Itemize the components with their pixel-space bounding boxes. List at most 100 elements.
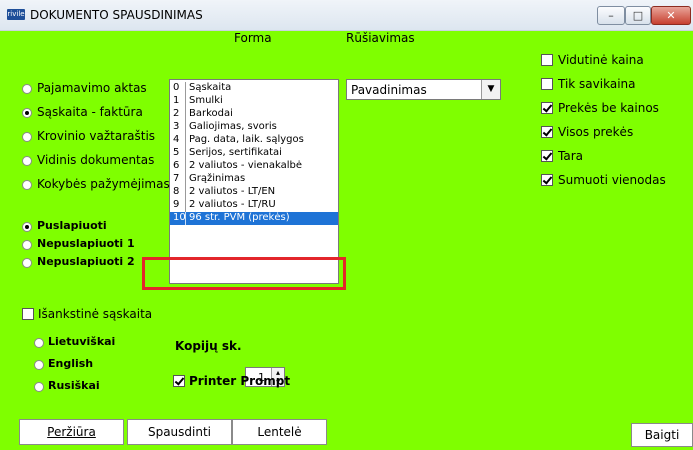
minimize-icon: – (608, 9, 614, 22)
forma-item-label: 2 valiutos - LT/EN (189, 186, 276, 197)
option-checkbox[interactable] (541, 54, 553, 66)
document-type-radio[interactable] (22, 108, 32, 118)
forma-item-separator (185, 199, 186, 212)
forma-item-number: 9 (173, 199, 180, 210)
forma-item-number: 8 (173, 186, 180, 197)
forma-item-number: 10 (173, 212, 186, 223)
pagination-radio[interactable] (22, 258, 32, 268)
dialog-body: Forma 0 Sąskaita 1 Smulki 2 Barkodai 3 Galiojim… (0, 31, 693, 450)
pagination-label: Nepuslapiuoti 1 (37, 237, 135, 250)
forma-list[interactable]: 0 Sąskaita 1 Smulki 2 Barkodai 3 Galiojimas, sv… (169, 79, 339, 284)
forma-item-number: 6 (173, 160, 180, 171)
language-radio[interactable] (34, 382, 44, 392)
print-button-label: Spausdinti (147, 425, 212, 439)
pagination-label: Puslapiuoti (37, 219, 107, 232)
dropdown-arrow-icon[interactable]: ▼ (481, 80, 500, 99)
option-label: Tik savikaina (558, 77, 636, 91)
option-checkbox[interactable] (541, 126, 553, 138)
forma-list-item[interactable]: 0 Sąskaita (170, 82, 338, 95)
document-type-label: Krovinio važtaraštis (37, 129, 156, 143)
forma-label: Forma (234, 31, 272, 45)
document-type-label: Kokybės pažymėjimas (37, 177, 170, 191)
forma-item-label: Grąžinimas (189, 173, 246, 184)
forma-list-item[interactable]: 2 Barkodai (170, 108, 338, 121)
forma-item-label: 2 valiutos - vienakalbė (189, 160, 303, 171)
forma-item-label: Smulki (189, 95, 223, 106)
option-checkbox[interactable] (541, 150, 553, 162)
forma-list-item[interactable]: 8 2 valiutos - LT/EN (170, 186, 338, 199)
app-icon: rivile (7, 9, 25, 20)
forma-item-separator (185, 108, 186, 121)
document-type-radio[interactable] (22, 84, 32, 94)
forma-item-separator (185, 121, 186, 134)
print-button[interactable]: Spausdinti (127, 419, 232, 445)
document-type-radio[interactable] (22, 156, 32, 166)
option-checkbox[interactable] (541, 174, 553, 186)
pagination-label: Nepuslapiuoti 2 (37, 255, 135, 268)
advance-invoice-label: Išankstinė sąskaita (38, 307, 153, 321)
print-dialog-window: rivile DOKUMENTO SPAUSDINIMAS – □ ✕ Form… (0, 0, 693, 450)
forma-list-item[interactable]: 4 Pag. data, laik. sąlygos (170, 134, 338, 147)
forma-item-label: Sąskaita (189, 82, 232, 93)
forma-item-separator (185, 147, 186, 160)
language-label: Lietuviškai (48, 335, 116, 348)
forma-list-item[interactable]: 10 96 str. PVM (prekės) (170, 212, 338, 225)
option-label: Prekės be kainos (558, 101, 659, 115)
forma-item-separator (185, 160, 186, 173)
forma-item-separator (185, 173, 186, 186)
sorting-value: Pavadinimas (351, 83, 427, 97)
printer-prompt-checkbox[interactable] (173, 375, 185, 387)
close-button[interactable]: ✕ (651, 6, 691, 25)
forma-item-label: Pag. data, laik. sąlygos (189, 134, 304, 145)
forma-item-number: 1 (173, 95, 180, 106)
forma-item-separator (185, 212, 186, 225)
document-type-label: Sąskaita - faktūra (37, 105, 143, 119)
minimize-button[interactable]: – (597, 6, 625, 25)
printer-prompt-label: Printer Prompt (189, 374, 291, 388)
language-radio[interactable] (34, 360, 44, 370)
forma-item-number: 0 (173, 82, 180, 93)
language-label: English (48, 357, 94, 370)
forma-item-label: Serijos, sertifikatai (189, 147, 282, 158)
forma-list-item[interactable]: 1 Smulki (170, 95, 338, 108)
forma-item-separator (185, 186, 186, 199)
option-checkbox[interactable] (541, 78, 553, 90)
highlight-box (142, 257, 346, 290)
forma-list-item[interactable]: 6 2 valiutos - vienakalbė (170, 160, 338, 173)
window-title: DOKUMENTO SPAUSDINIMAS (30, 8, 203, 22)
forma-item-number: 7 (173, 173, 180, 184)
forma-list-item[interactable]: 3 Galiojimas, svoris (170, 121, 338, 134)
forma-item-number: 3 (173, 121, 180, 132)
forma-item-separator (185, 95, 186, 108)
document-type-label: Vidinis dokumentas (37, 153, 155, 167)
pagination-radio[interactable] (22, 240, 32, 250)
document-type-radio[interactable] (22, 132, 32, 142)
option-label: Tara (558, 149, 583, 163)
copies-label: Kopijų sk. (175, 339, 242, 353)
forma-item-number: 4 (173, 134, 180, 145)
sorting-label: Rūšiavimas (346, 31, 415, 45)
option-checkbox[interactable] (541, 102, 553, 114)
advance-invoice-checkbox[interactable] (22, 308, 34, 320)
finish-button[interactable]: Baigti (631, 423, 693, 447)
forma-item-number: 2 (173, 108, 180, 119)
forma-list-item[interactable]: 9 2 valiutos - LT/RU (170, 199, 338, 212)
option-label: Vidutinė kaina (558, 53, 644, 67)
sorting-select[interactable]: Pavadinimas ▼ (346, 79, 501, 100)
forma-list-item[interactable]: 5 Serijos, sertifikatai (170, 147, 338, 160)
language-radio[interactable] (34, 338, 44, 348)
title-bar[interactable]: rivile DOKUMENTO SPAUSDINIMAS – □ ✕ (0, 0, 693, 31)
forma-item-label: 2 valiutos - LT/RU (189, 199, 276, 210)
forma-item-label: Barkodai (189, 108, 233, 119)
maximize-button[interactable]: □ (625, 6, 651, 25)
maximize-icon: □ (632, 9, 644, 22)
forma-item-label: 96 str. PVM (prekės) (189, 212, 290, 223)
table-button[interactable]: Lentelė (232, 419, 327, 445)
forma-list-item[interactable]: 7 Grąžinimas (170, 173, 338, 186)
pagination-radio[interactable] (22, 222, 32, 232)
document-type-radio[interactable] (22, 180, 32, 190)
preview-button-label: Peržiūra (47, 425, 96, 439)
preview-button[interactable]: Peržiūra (19, 419, 124, 445)
option-label: Visos prekės (558, 125, 634, 139)
close-icon: ✕ (666, 9, 676, 22)
